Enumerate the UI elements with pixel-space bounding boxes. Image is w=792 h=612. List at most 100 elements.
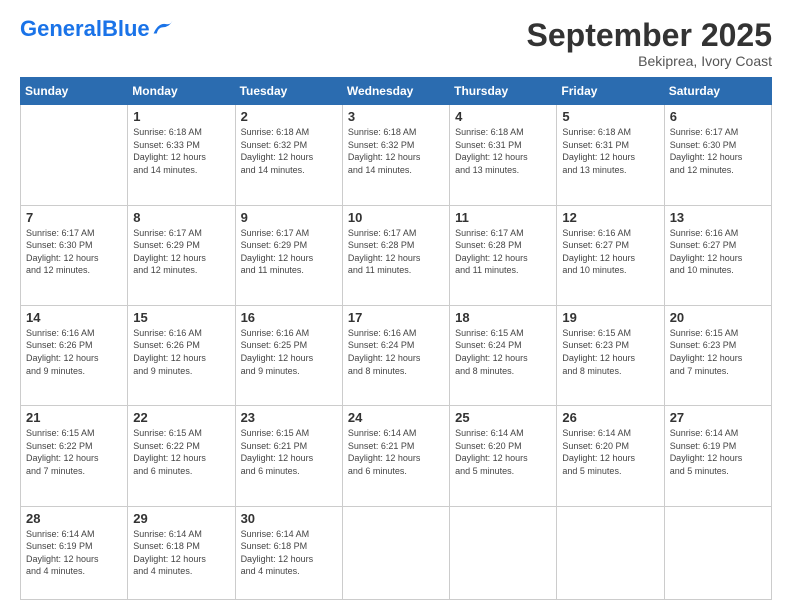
day-info: Sunrise: 6:18 AMSunset: 6:31 PMDaylight:… xyxy=(562,126,658,176)
logo-text: GeneralBlue xyxy=(20,18,150,40)
day-info: Sunrise: 6:15 AMSunset: 6:23 PMDaylight:… xyxy=(670,327,766,377)
calendar-cell: 5 Sunrise: 6:18 AMSunset: 6:31 PMDaylight… xyxy=(557,105,664,205)
calendar-cell: 8 Sunrise: 6:17 AMSunset: 6:29 PMDaylight… xyxy=(128,205,235,305)
calendar-cell: 14Sunrise: 6:16 AMSunset: 6:26 PMDayligh… xyxy=(21,305,128,405)
day-number: 22 xyxy=(133,410,229,425)
calendar-cell: 6 Sunrise: 6:17 AMSunset: 6:30 PMDaylight… xyxy=(664,105,771,205)
calendar-cell xyxy=(557,506,664,600)
day-number: 2 xyxy=(241,109,337,124)
calendar-cell: 22 Sunrise: 6:15 AMSunset: 6:22 PMDayligh… xyxy=(128,406,235,506)
day-info: Sunrise: 6:16 AMSunset: 6:27 PMDaylight:… xyxy=(562,227,658,277)
calendar-week-1: 1 Sunrise: 6:18 AMSunset: 6:33 PMDaylight… xyxy=(21,105,772,205)
col-friday: Friday xyxy=(557,78,664,105)
day-info: Sunrise: 6:16 AMSunset: 6:26 PMDaylight:… xyxy=(133,327,229,377)
calendar-cell: 28 Sunrise: 6:14 AMSunset: 6:19 PMDayligh… xyxy=(21,506,128,600)
day-number: 28 xyxy=(26,511,122,526)
day-info: Sunrise: 6:16 AMSunset: 6:25 PMDaylight:… xyxy=(241,327,337,377)
day-info: Sunrise: 6:17 AMSunset: 6:28 PMDaylight:… xyxy=(348,227,444,277)
day-number: 13 xyxy=(670,210,766,225)
calendar-cell xyxy=(342,506,449,600)
day-info: Sunrise: 6:14 AMSunset: 6:19 PMDaylight:… xyxy=(670,427,766,477)
col-tuesday: Tuesday xyxy=(235,78,342,105)
col-saturday: Saturday xyxy=(664,78,771,105)
day-number: 1 xyxy=(133,109,229,124)
day-number: 24 xyxy=(348,410,444,425)
day-number: 6 xyxy=(670,109,766,124)
day-number: 18 xyxy=(455,310,551,325)
calendar-cell: 20Sunrise: 6:15 AMSunset: 6:23 PMDayligh… xyxy=(664,305,771,405)
day-number: 3 xyxy=(348,109,444,124)
day-number: 4 xyxy=(455,109,551,124)
calendar-table: Sunday Monday Tuesday Wednesday Thursday… xyxy=(20,77,772,600)
calendar-cell: 7Sunrise: 6:17 AMSunset: 6:30 PMDaylight… xyxy=(21,205,128,305)
logo: GeneralBlue xyxy=(20,18,174,40)
calendar-week-5: 28 Sunrise: 6:14 AMSunset: 6:19 PMDayligh… xyxy=(21,506,772,600)
day-info: Sunrise: 6:14 AMSunset: 6:18 PMDaylight:… xyxy=(241,528,337,578)
day-number: 21 xyxy=(26,410,122,425)
day-info: Sunrise: 6:14 AMSunset: 6:19 PMDaylight:… xyxy=(26,528,122,578)
calendar-cell: 19 Sunrise: 6:15 AMSunset: 6:23 PMDayligh… xyxy=(557,305,664,405)
day-number: 9 xyxy=(241,210,337,225)
calendar-cell: 12Sunrise: 6:16 AMSunset: 6:27 PMDayligh… xyxy=(557,205,664,305)
calendar-cell: 1 Sunrise: 6:18 AMSunset: 6:33 PMDaylight… xyxy=(128,105,235,205)
calendar-cell: 18 Sunrise: 6:15 AMSunset: 6:24 PMDayligh… xyxy=(450,305,557,405)
day-number: 29 xyxy=(133,511,229,526)
calendar-cell: 4 Sunrise: 6:18 AMSunset: 6:31 PMDaylight… xyxy=(450,105,557,205)
calendar-cell: 27 Sunrise: 6:14 AMSunset: 6:19 PMDayligh… xyxy=(664,406,771,506)
col-thursday: Thursday xyxy=(450,78,557,105)
calendar-cell: 13 Sunrise: 6:16 AMSunset: 6:27 PMDayligh… xyxy=(664,205,771,305)
col-sunday: Sunday xyxy=(21,78,128,105)
calendar-cell: 30 Sunrise: 6:14 AMSunset: 6:18 PMDayligh… xyxy=(235,506,342,600)
calendar-week-3: 14Sunrise: 6:16 AMSunset: 6:26 PMDayligh… xyxy=(21,305,772,405)
day-number: 27 xyxy=(670,410,766,425)
day-info: Sunrise: 6:16 AMSunset: 6:27 PMDaylight:… xyxy=(670,227,766,277)
day-info: Sunrise: 6:16 AMSunset: 6:24 PMDaylight:… xyxy=(348,327,444,377)
day-number: 8 xyxy=(133,210,229,225)
day-number: 25 xyxy=(455,410,551,425)
day-number: 19 xyxy=(562,310,658,325)
day-number: 11 xyxy=(455,210,551,225)
day-info: Sunrise: 6:18 AMSunset: 6:31 PMDaylight:… xyxy=(455,126,551,176)
calendar-cell: 2 Sunrise: 6:18 AMSunset: 6:32 PMDaylight… xyxy=(235,105,342,205)
page: GeneralBlue September 2025 Bekiprea, Ivo… xyxy=(0,0,792,612)
day-info: Sunrise: 6:17 AMSunset: 6:29 PMDaylight:… xyxy=(133,227,229,277)
calendar-cell xyxy=(664,506,771,600)
location-subtitle: Bekiprea, Ivory Coast xyxy=(527,53,772,69)
day-info: Sunrise: 6:17 AMSunset: 6:30 PMDaylight:… xyxy=(670,126,766,176)
calendar-cell: 10Sunrise: 6:17 AMSunset: 6:28 PMDayligh… xyxy=(342,205,449,305)
calendar-cell: 21 Sunrise: 6:15 AMSunset: 6:22 PMDayligh… xyxy=(21,406,128,506)
day-info: Sunrise: 6:15 AMSunset: 6:22 PMDaylight:… xyxy=(26,427,122,477)
day-info: Sunrise: 6:15 AMSunset: 6:22 PMDaylight:… xyxy=(133,427,229,477)
logo-bird-icon xyxy=(152,19,174,37)
calendar-cell: 25 Sunrise: 6:14 AMSunset: 6:20 PMDayligh… xyxy=(450,406,557,506)
calendar-header-row: Sunday Monday Tuesday Wednesday Thursday… xyxy=(21,78,772,105)
day-info: Sunrise: 6:16 AMSunset: 6:26 PMDaylight:… xyxy=(26,327,122,377)
calendar-cell: 15 Sunrise: 6:16 AMSunset: 6:26 PMDayligh… xyxy=(128,305,235,405)
calendar-cell xyxy=(450,506,557,600)
day-info: Sunrise: 6:14 AMSunset: 6:20 PMDaylight:… xyxy=(562,427,658,477)
day-number: 26 xyxy=(562,410,658,425)
day-number: 17 xyxy=(348,310,444,325)
calendar-cell xyxy=(21,105,128,205)
calendar-cell: 24Sunrise: 6:14 AMSunset: 6:21 PMDayligh… xyxy=(342,406,449,506)
day-info: Sunrise: 6:14 AMSunset: 6:20 PMDaylight:… xyxy=(455,427,551,477)
day-number: 15 xyxy=(133,310,229,325)
calendar-week-4: 21 Sunrise: 6:15 AMSunset: 6:22 PMDayligh… xyxy=(21,406,772,506)
calendar-cell: 9Sunrise: 6:17 AMSunset: 6:29 PMDaylight… xyxy=(235,205,342,305)
day-info: Sunrise: 6:15 AMSunset: 6:24 PMDaylight:… xyxy=(455,327,551,377)
calendar-cell: 3Sunrise: 6:18 AMSunset: 6:32 PMDaylight… xyxy=(342,105,449,205)
calendar-cell: 16Sunrise: 6:16 AMSunset: 6:25 PMDayligh… xyxy=(235,305,342,405)
calendar-cell: 11Sunrise: 6:17 AMSunset: 6:28 PMDayligh… xyxy=(450,205,557,305)
header: GeneralBlue September 2025 Bekiprea, Ivo… xyxy=(20,18,772,69)
calendar-cell: 26 Sunrise: 6:14 AMSunset: 6:20 PMDayligh… xyxy=(557,406,664,506)
calendar-cell: 17 Sunrise: 6:16 AMSunset: 6:24 PMDayligh… xyxy=(342,305,449,405)
day-number: 5 xyxy=(562,109,658,124)
day-info: Sunrise: 6:14 AMSunset: 6:18 PMDaylight:… xyxy=(133,528,229,578)
day-info: Sunrise: 6:17 AMSunset: 6:30 PMDaylight:… xyxy=(26,227,122,277)
col-monday: Monday xyxy=(128,78,235,105)
day-info: Sunrise: 6:18 AMSunset: 6:33 PMDaylight:… xyxy=(133,126,229,176)
day-info: Sunrise: 6:15 AMSunset: 6:23 PMDaylight:… xyxy=(562,327,658,377)
day-info: Sunrise: 6:18 AMSunset: 6:32 PMDaylight:… xyxy=(241,126,337,176)
day-number: 30 xyxy=(241,511,337,526)
day-info: Sunrise: 6:15 AMSunset: 6:21 PMDaylight:… xyxy=(241,427,337,477)
